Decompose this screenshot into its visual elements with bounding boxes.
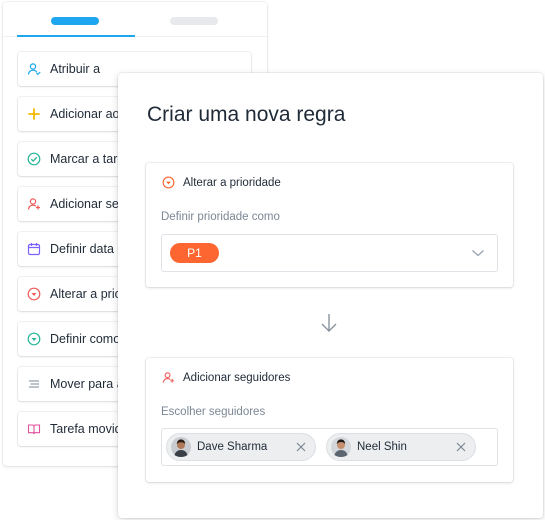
follower-chip[interactable]: Neel Shin — [326, 433, 476, 461]
calendar-icon — [27, 243, 41, 256]
action-label: Marcar a tare — [50, 152, 125, 166]
priority-action-card: Alterar a prioridade Definir prioridade … — [146, 163, 513, 287]
priority-select[interactable]: P1 — [161, 234, 498, 272]
active-tab-underline — [17, 35, 135, 37]
action-label: Adicionar seg — [50, 197, 126, 211]
followers-card-heading: Adicionar seguidores — [183, 371, 291, 384]
followers-card-header: Adicionar seguidores — [162, 371, 290, 384]
avatar — [331, 437, 351, 457]
priority-field-label: Definir prioridade como — [161, 211, 280, 223]
tab-actions-active[interactable] — [51, 17, 99, 25]
priority-card-header: Alterar a prioridade — [162, 176, 281, 189]
priority-down-icon — [27, 287, 41, 301]
priority-card-heading: Alterar a prioridade — [183, 176, 281, 189]
status-down-icon — [27, 332, 41, 346]
assign-user-icon — [27, 63, 41, 76]
followers-action-card: Adicionar seguidores Escolher seguidores… — [146, 358, 513, 482]
rule-title: Criar uma nova regra — [147, 103, 346, 126]
plus-icon — [28, 108, 40, 120]
follower-chip[interactable]: Dave Sharma — [166, 433, 316, 461]
action-label: Alterar a prio — [50, 287, 122, 301]
check-circle-icon — [27, 152, 41, 166]
tab-triggers[interactable] — [170, 17, 218, 25]
avatar — [171, 437, 191, 457]
priority-down-icon — [162, 176, 175, 189]
action-label: Tarefa movid — [50, 422, 122, 436]
chevron-down-icon[interactable] — [471, 248, 485, 258]
actions-tabs — [3, 2, 267, 37]
followers-input[interactable]: Dave Sharma Neel Shin — [161, 428, 498, 466]
follower-name: Neel Shin — [357, 441, 407, 453]
add-follower-icon — [162, 372, 175, 383]
move-lines-icon — [29, 380, 39, 388]
book-icon — [27, 424, 41, 435]
action-label: Adicionar ao — [50, 107, 120, 121]
followers-field-label: Escolher seguidores — [161, 406, 266, 418]
remove-icon[interactable] — [296, 442, 306, 452]
rule-editor-panel: Criar uma nova regra Alterar a prioridad… — [118, 73, 543, 518]
action-label: Definir como — [50, 332, 121, 346]
arrow-down-icon — [321, 314, 337, 332]
remove-icon[interactable] — [456, 442, 466, 452]
action-label: Definir data d — [50, 242, 125, 256]
action-label: Mover para a — [50, 377, 124, 391]
follower-name: Dave Sharma — [197, 441, 268, 453]
priority-pill: P1 — [170, 243, 219, 263]
add-follower-icon — [27, 198, 40, 210]
action-label: Atribuir a — [50, 62, 101, 76]
